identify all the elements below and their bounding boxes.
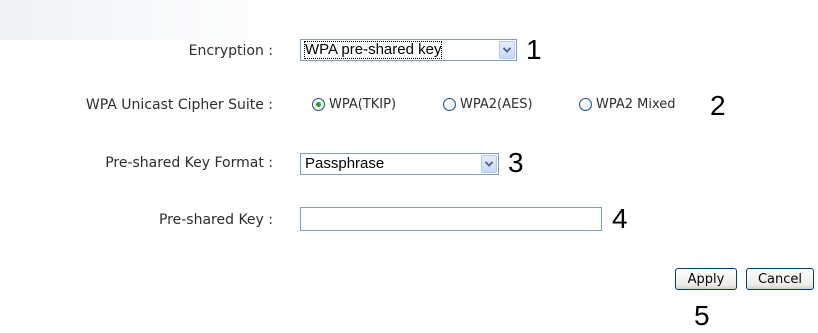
encryption-select[interactable]: WPA pre-shared key	[300, 39, 517, 61]
callout-number-3: 3	[508, 147, 524, 178]
apply-button[interactable]: Apply	[675, 268, 737, 290]
callout-number-5: 5	[694, 300, 710, 331]
cancel-button[interactable]: Cancel	[746, 268, 814, 290]
radio-label: WPA2(AES)	[460, 97, 533, 112]
chevron-down-icon[interactable]	[499, 41, 515, 59]
callout-number-2: 2	[710, 90, 726, 121]
radio-button-icon[interactable]	[579, 98, 592, 111]
radio-button-icon[interactable]	[312, 98, 325, 111]
encryption-selected-value: WPA pre-shared key	[304, 41, 443, 59]
key-format-label: Pre-shared Key Format :	[105, 155, 273, 171]
callout-number-4: 4	[612, 203, 628, 234]
key-format-selected-value: Passphrase	[305, 155, 385, 172]
radio-button-icon[interactable]	[443, 98, 456, 111]
cipher-suite-label: WPA Unicast Cipher Suite :	[85, 97, 273, 113]
header-fade-bar	[0, 0, 300, 40]
psk-input[interactable]	[300, 207, 602, 231]
chevron-down-icon[interactable]	[481, 155, 497, 173]
callout-number-1: 1	[526, 34, 542, 65]
key-format-select[interactable]: Passphrase	[300, 153, 499, 175]
psk-label: Pre-shared Key :	[158, 212, 273, 228]
radio-label: WPA(TKIP)	[329, 97, 397, 112]
radio-label: WPA2 Mixed	[596, 97, 676, 112]
encryption-label: Encryption :	[188, 43, 273, 59]
